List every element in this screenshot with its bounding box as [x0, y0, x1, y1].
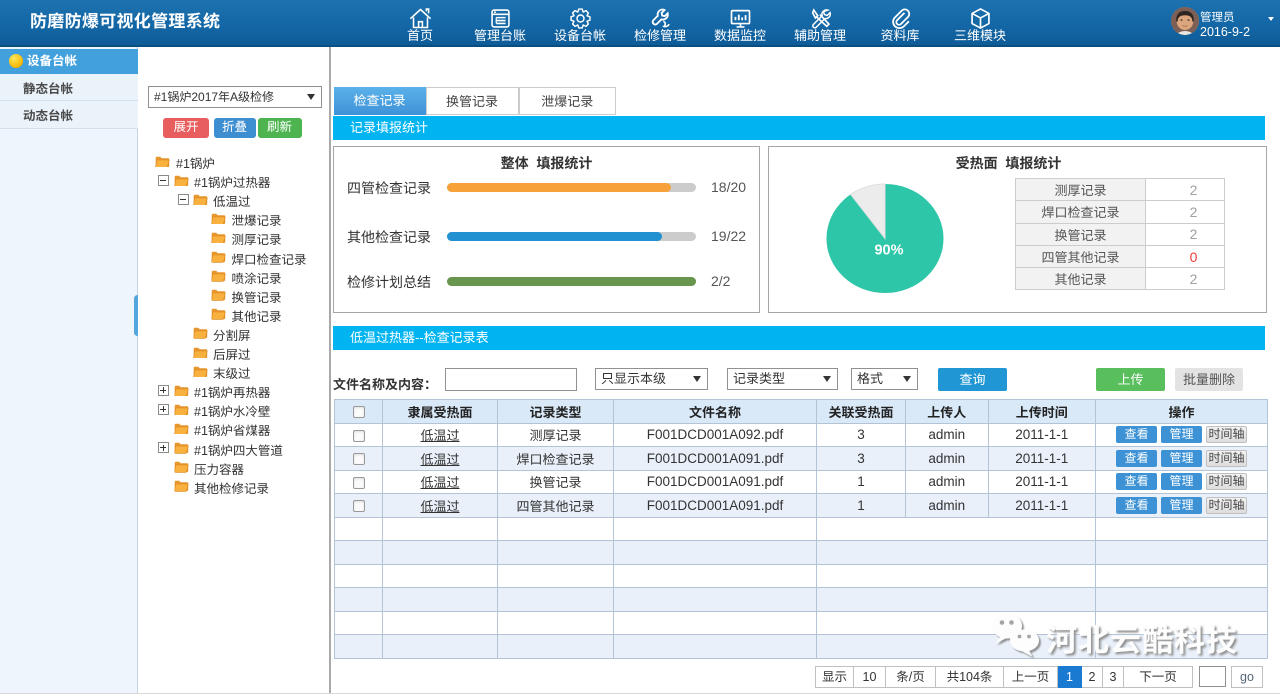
svg-text:90%: 90% — [874, 242, 903, 258]
